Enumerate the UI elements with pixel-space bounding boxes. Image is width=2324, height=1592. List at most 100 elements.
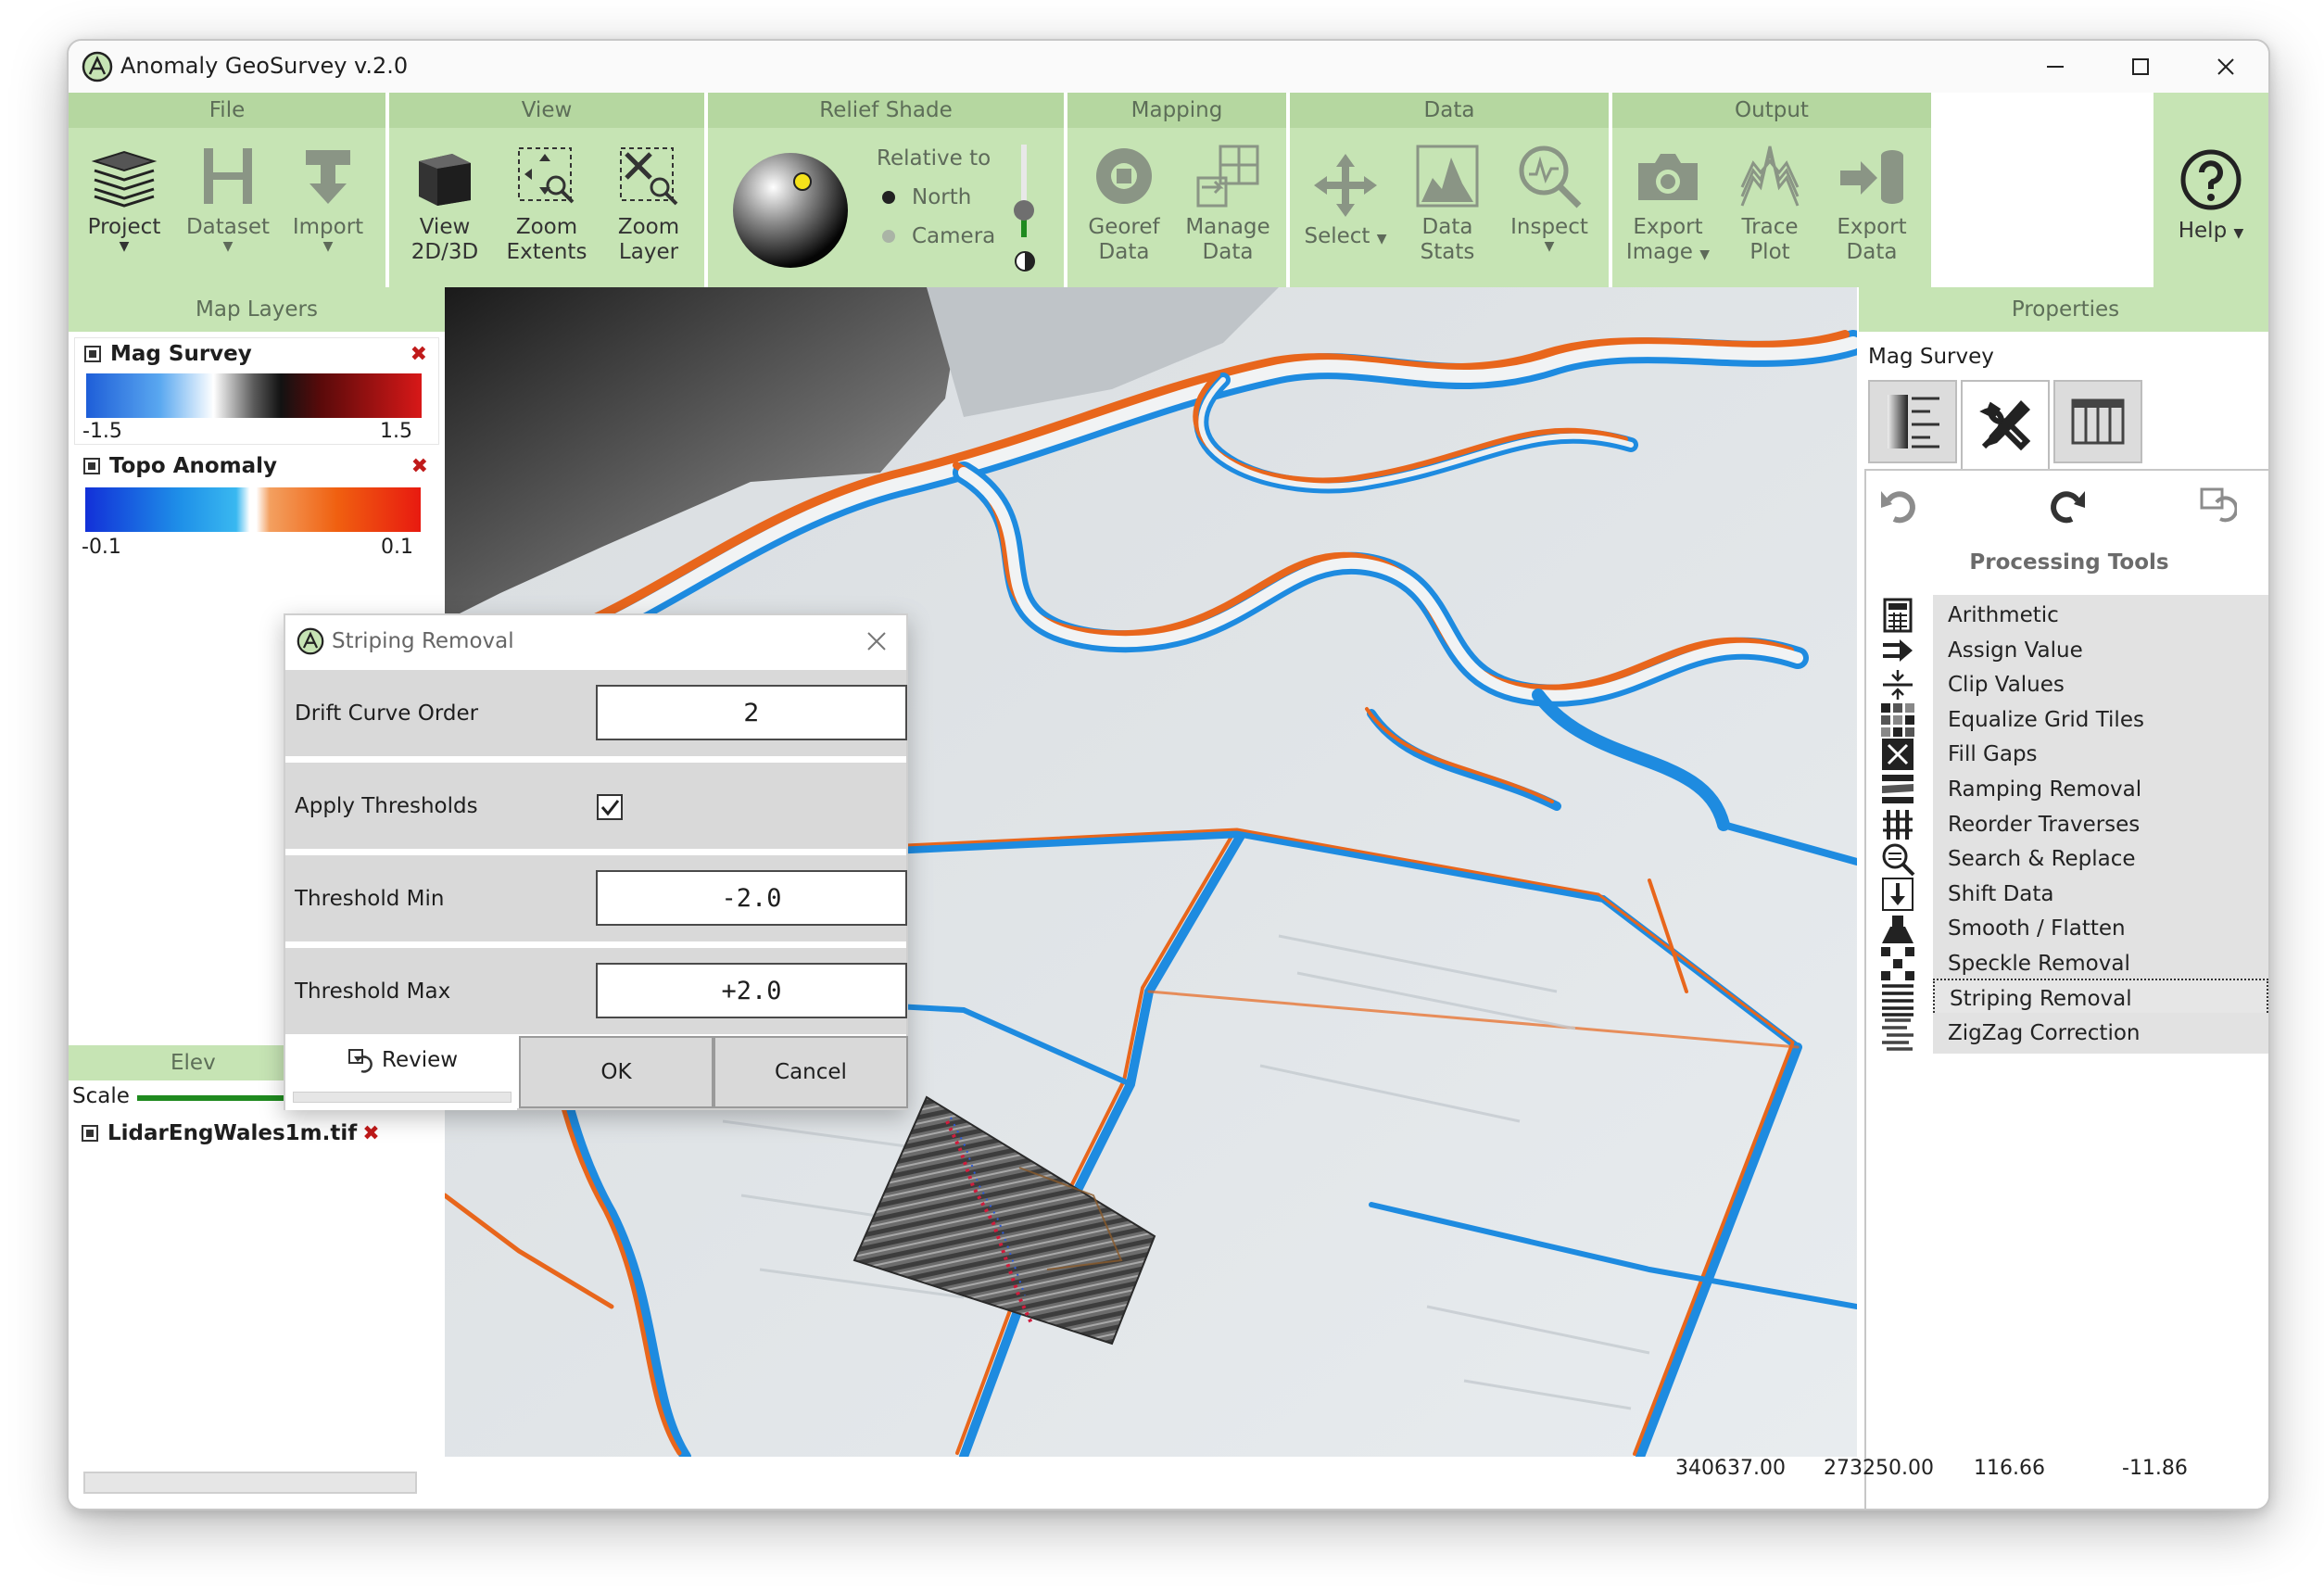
elevation-visibility-checkbox[interactable] xyxy=(82,1125,98,1142)
camera-radio[interactable]: Camera xyxy=(882,224,995,248)
review-icon xyxy=(348,1049,373,1073)
zoom-extents-button[interactable]: Zoom Extents xyxy=(500,141,593,265)
group-label-data: Data xyxy=(1290,93,1609,128)
view-2d3d-label-2: 2D/3D xyxy=(410,240,479,264)
cancel-button[interactable]: Cancel xyxy=(714,1036,908,1108)
close-button[interactable] xyxy=(2183,41,2268,93)
north-radio[interactable]: North xyxy=(882,185,971,209)
tool-row[interactable]: ZigZag Correction xyxy=(1879,1013,2268,1055)
app-logo-icon xyxy=(82,51,113,82)
layer-item-mag-survey[interactable]: Mag Survey ✖ -1.5 1.5 xyxy=(74,337,439,445)
dialog-close-icon[interactable] xyxy=(865,630,888,652)
view-2d3d-button[interactable]: View 2D/3D xyxy=(398,141,491,265)
help-button[interactable]: Help ▼ xyxy=(2165,145,2257,246)
tab-color-ramp[interactable] xyxy=(1868,380,1957,463)
maximize-icon xyxy=(2132,58,2149,75)
ribbon-group-relief-shade: Relief Shade Relative to North Camera xyxy=(708,93,1064,287)
data-stats-label-1: Data xyxy=(1421,215,1473,239)
export-image-label-1: Export xyxy=(1633,215,1703,239)
review-area: Review xyxy=(285,1036,517,1110)
layer-item-topo-anomaly[interactable]: Topo Anomaly ✖ -0.1 0.1 xyxy=(74,450,439,560)
manage-data-button[interactable]: Manage Data xyxy=(1177,141,1279,265)
revert-icon[interactable] xyxy=(2196,484,2237,524)
import-button[interactable]: Import ▼ xyxy=(282,141,374,253)
data-stats-button[interactable]: Data Stats xyxy=(1401,141,1494,265)
dialog-title-bar: Striping Removal xyxy=(285,615,906,667)
apply-thresholds-checkbox[interactable] xyxy=(597,794,623,820)
shade-slider-track[interactable] xyxy=(1014,145,1034,237)
tab-processing-tools[interactable] xyxy=(1961,380,2050,469)
relative-to-label: Relative to xyxy=(877,146,991,171)
speckle-icon xyxy=(1881,947,1914,980)
status-data-value: -11.86 xyxy=(2122,1457,2188,1480)
checkmark-icon xyxy=(600,800,620,816)
project-button[interactable]: Project ▼ xyxy=(82,141,167,253)
color-ramp[interactable] xyxy=(85,487,421,532)
layer-visibility-checkbox[interactable] xyxy=(84,346,101,362)
manage-label-2: Data xyxy=(1202,240,1254,264)
cube-icon xyxy=(419,154,471,206)
progress-bar xyxy=(83,1472,417,1494)
processing-tools-title: Processing Tools xyxy=(1969,550,2169,575)
review-button[interactable]: Review xyxy=(347,1047,458,1073)
fill-gaps-icon xyxy=(1882,739,1914,771)
undo-icon[interactable] xyxy=(1877,484,1918,524)
smooth-icon xyxy=(1882,916,1914,944)
inspect-button[interactable]: Inspect ▼ xyxy=(1503,141,1596,253)
maximize-button[interactable] xyxy=(2098,41,2183,93)
light-direction-sphere[interactable] xyxy=(730,150,851,271)
layer-visibility-checkbox[interactable] xyxy=(83,458,100,474)
ribbon-group-help: Help ▼ xyxy=(2153,93,2268,287)
table-icon xyxy=(2071,398,2125,445)
properties-title: Properties xyxy=(1859,287,2268,332)
map-layers-title: Map Layers xyxy=(69,287,445,332)
tool-button[interactable]: ZigZag Correction xyxy=(1933,1013,2268,1055)
minimize-button[interactable] xyxy=(2013,41,2098,93)
status-z-value: 116.66 xyxy=(1974,1457,2045,1480)
drift-curve-order-input[interactable]: 2 xyxy=(596,685,907,740)
threshold-min-input[interactable]: -2.0 xyxy=(596,870,907,926)
dataset-icon xyxy=(204,148,252,204)
inspect-icon xyxy=(1519,145,1582,208)
remove-layer-icon[interactable]: ✖ xyxy=(411,455,428,478)
clip-icon xyxy=(1883,670,1913,701)
zoom-layer-label-2: Layer xyxy=(618,240,679,264)
color-scale-icon xyxy=(1888,395,1939,449)
ribbon-group-output: Output Export Image ▼ Trace Plot Export … xyxy=(1612,93,1931,287)
properties-tabs xyxy=(1868,380,2146,469)
camera-label: Camera xyxy=(912,224,996,248)
project-dropdown-caret: ▼ xyxy=(119,239,130,254)
georef-data-button[interactable]: Georef Data xyxy=(1073,141,1175,265)
review-progress-bar xyxy=(293,1092,512,1103)
elevation-layer-name: LidarEngWales1m.tif xyxy=(107,1121,358,1145)
elevation-layer-item[interactable]: LidarEngWales1m.tif ✖ xyxy=(78,1121,380,1145)
remove-elevation-icon[interactable]: ✖ xyxy=(362,1122,379,1145)
threshold-max-input[interactable]: +2.0 xyxy=(596,963,907,1018)
trace-plot-icon xyxy=(1740,145,1800,207)
camera-icon xyxy=(1638,154,1698,200)
select-button[interactable]: Select ▼ xyxy=(1299,150,1392,252)
layer-name: Mag Survey xyxy=(110,342,252,366)
inspect-label: Inspect xyxy=(1510,215,1588,239)
group-label-output: Output xyxy=(1612,93,1931,128)
move-arrows-icon xyxy=(1314,154,1377,217)
trace-plot-button[interactable]: Trace Plot xyxy=(1724,141,1816,265)
export-data-icon xyxy=(1840,150,1903,204)
remove-layer-icon[interactable]: ✖ xyxy=(410,343,427,366)
redo-icon[interactable] xyxy=(2048,484,2089,524)
zoom-layer-button[interactable]: Zoom Layer xyxy=(602,141,695,265)
export-data-button[interactable]: Export Data xyxy=(1825,141,1918,265)
layer-header: Topo Anomaly ✖ xyxy=(74,450,439,482)
ok-button[interactable]: OK xyxy=(519,1036,714,1108)
dataset-button[interactable]: Dataset ▼ xyxy=(182,141,274,253)
tab-table-view[interactable] xyxy=(2053,380,2142,463)
ramp-max-value: 1.5 xyxy=(380,420,412,443)
export-image-button[interactable]: Export Image ▼ xyxy=(1622,141,1714,268)
processing-tools-body: Processing Tools Arithmetic Assign Value C… xyxy=(1864,469,2268,1509)
ramp-min-value: -1.5 xyxy=(82,420,122,443)
zoom-layer-icon xyxy=(620,147,678,206)
color-ramp[interactable] xyxy=(86,373,422,418)
drift-curve-order-row: Drift Curve Order 2 xyxy=(285,667,907,756)
title-bar: Anomaly GeoSurvey v.2.0 xyxy=(69,41,2268,93)
shade-slider-thumb[interactable] xyxy=(1014,200,1034,221)
